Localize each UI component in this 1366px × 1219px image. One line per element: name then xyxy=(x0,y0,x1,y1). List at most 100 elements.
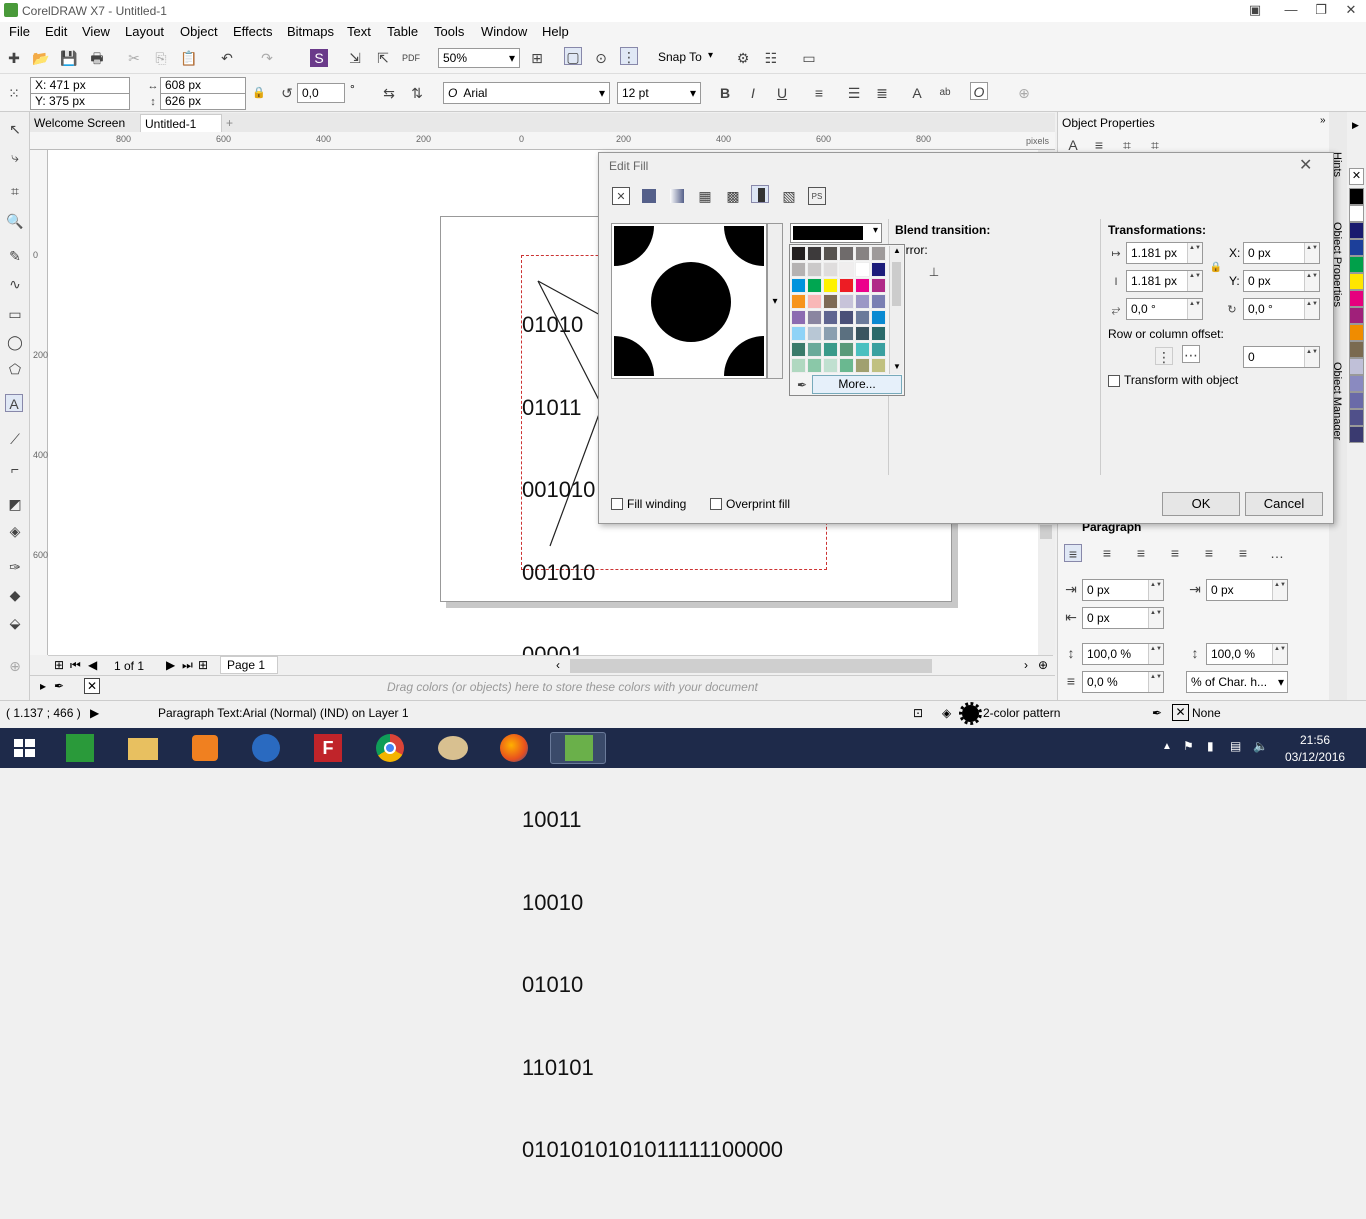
texture-fill-icon[interactable]: ▧ xyxy=(780,187,798,205)
add-tool-icon[interactable]: ⊕ xyxy=(6,657,24,675)
pick-tool-icon[interactable]: ↖ xyxy=(6,120,24,138)
skew-field[interactable]: 0,0 ° xyxy=(1126,298,1203,320)
more-colors-button[interactable]: More... xyxy=(812,375,902,394)
add-icon[interactable]: ⊕ xyxy=(1015,84,1033,102)
palette-swatch[interactable] xyxy=(1349,256,1364,273)
show-grid-icon[interactable]: ⋮ xyxy=(620,47,638,65)
palette-swatch[interactable] xyxy=(1349,188,1364,205)
foreground-color-picker[interactable]: ▾ xyxy=(790,223,882,243)
column-offset-icon[interactable]: ⋯ xyxy=(1182,345,1200,363)
start-button[interactable] xyxy=(2,732,46,764)
open-icon[interactable]: 📂 xyxy=(32,49,50,67)
justify-full-icon[interactable]: ≡ xyxy=(1200,544,1218,562)
navigator-icon[interactable]: ⊕ xyxy=(1038,658,1048,672)
minimize-button[interactable]: — xyxy=(1276,1,1306,19)
color-cell[interactable] xyxy=(791,342,806,357)
color-cell[interactable] xyxy=(807,278,822,293)
menu-edit[interactable]: Edit xyxy=(45,24,67,39)
menu-text[interactable]: Text xyxy=(347,24,371,39)
color-cell[interactable] xyxy=(871,262,886,277)
menu-file[interactable]: File xyxy=(9,24,30,39)
color-cell[interactable] xyxy=(791,294,806,309)
lock-ratio-icon[interactable]: 🔒 xyxy=(250,84,268,102)
fill-height-field[interactable]: 1.181 px xyxy=(1126,270,1203,292)
object-origin-icon[interactable]: ⁙ xyxy=(5,84,23,102)
color-cell[interactable] xyxy=(839,294,854,309)
paste-icon[interactable]: 📋 xyxy=(180,49,198,67)
color-cell[interactable] xyxy=(807,294,822,309)
close-button[interactable]: ✕ xyxy=(1336,1,1366,19)
no-color-swatch[interactable]: ✕ xyxy=(1349,168,1364,185)
color-cell[interactable] xyxy=(791,246,806,261)
mirror-horizontal-icon[interactable]: ⇆ xyxy=(380,84,398,102)
font-list[interactable]: O Arial ▾ xyxy=(443,82,610,104)
color-cell[interactable] xyxy=(855,278,870,293)
uniform-fill-icon[interactable] xyxy=(640,187,658,205)
restore-button[interactable]: ❐ xyxy=(1306,1,1336,19)
color-cell[interactable] xyxy=(823,262,838,277)
overprint-fill-checkbox[interactable] xyxy=(710,498,722,510)
color-cell[interactable] xyxy=(871,278,886,293)
menu-table[interactable]: Table xyxy=(387,24,418,39)
color-cell[interactable] xyxy=(855,310,870,325)
width-field[interactable]: 608 px xyxy=(160,77,246,94)
palette-swatch[interactable] xyxy=(1349,392,1364,409)
drop-cap-icon[interactable]: ≣ xyxy=(873,84,891,102)
palette-swatch[interactable] xyxy=(1349,426,1364,443)
tab-page-1[interactable]: Page 1 xyxy=(220,656,278,674)
fountain-fill-icon[interactable] xyxy=(668,187,686,205)
docker-expand-icon[interactable]: » xyxy=(1320,115,1326,126)
play-icon[interactable]: ▶ xyxy=(90,706,99,720)
mirror-vertical-icon[interactable]: ⇅ xyxy=(408,84,426,102)
color-cell[interactable] xyxy=(807,342,822,357)
publish-pdf-icon[interactable]: PDF xyxy=(402,49,420,67)
rotate-icon[interactable]: ↺ xyxy=(278,84,296,102)
left-indent-field[interactable]: 0 px xyxy=(1082,579,1164,601)
print-icon[interactable]: 🖶 xyxy=(88,49,106,67)
fill-winding-checkbox[interactable] xyxy=(611,498,623,510)
two-color-pattern-icon[interactable] xyxy=(751,185,769,203)
lock-aspect-icon[interactable]: 🔒 xyxy=(1207,259,1225,277)
color-cell[interactable] xyxy=(823,278,838,293)
options-icon[interactable]: ⚙ xyxy=(734,49,752,67)
before-paragraph-field[interactable]: 0,0 % xyxy=(1082,671,1164,693)
ellipse-tool-icon[interactable]: ◯ xyxy=(6,333,24,351)
scroll-right-icon[interactable]: › xyxy=(1024,658,1028,672)
color-cell[interactable] xyxy=(855,342,870,357)
battery-icon[interactable]: ▮ xyxy=(1207,739,1214,753)
color-cell[interactable] xyxy=(855,294,870,309)
y-position-field[interactable]: Y: 375 px xyxy=(30,93,130,110)
color-cell[interactable] xyxy=(823,246,838,261)
first-line-indent-field[interactable]: 0 px xyxy=(1206,579,1288,601)
eyedropper-icon[interactable]: ✑ xyxy=(6,558,24,576)
color-cell[interactable] xyxy=(807,310,822,325)
palette-swatch[interactable] xyxy=(1349,307,1364,324)
align-left-icon[interactable]: ≡ xyxy=(1098,544,1116,562)
color-cell[interactable] xyxy=(823,342,838,357)
undo-icon[interactable]: ↶ xyxy=(218,49,236,67)
color-cell[interactable] xyxy=(823,294,838,309)
eyedropper-icon[interactable]: ✒ xyxy=(793,376,811,394)
palette-swatch[interactable] xyxy=(1349,273,1364,290)
snap-to-dropdown[interactable]: Snap To xyxy=(658,50,702,64)
palette-swatch[interactable] xyxy=(1349,290,1364,307)
spreadsheet-app-icon[interactable] xyxy=(58,732,102,764)
more-options-icon[interactable]: … xyxy=(1268,544,1286,562)
color-proofing-icon[interactable]: ⊡ xyxy=(913,706,923,720)
show-hidden-icons[interactable]: ▲ xyxy=(1162,741,1172,752)
polygon-tool-icon[interactable]: ⬠ xyxy=(6,360,24,378)
color-cell[interactable] xyxy=(871,342,886,357)
crop-tool-icon[interactable]: ⌗ xyxy=(6,182,24,200)
rotation-angle-field[interactable]: 0,0 xyxy=(297,83,345,103)
vector-pattern-icon[interactable]: ▦ xyxy=(696,187,714,205)
color-cell[interactable] xyxy=(839,262,854,277)
bullet-list-icon[interactable]: ☰ xyxy=(845,84,863,102)
user-icon[interactable]: ▣ xyxy=(1240,1,1270,19)
height-field[interactable]: 626 px xyxy=(160,93,246,110)
color-cell[interactable] xyxy=(871,326,886,341)
menu-help[interactable]: Help xyxy=(542,24,569,39)
opentype-icon[interactable]: O xyxy=(970,82,988,100)
color-cell[interactable] xyxy=(791,326,806,341)
font-size-list[interactable]: 12 pt ▾ xyxy=(617,82,701,104)
underline-icon[interactable]: U xyxy=(773,84,791,102)
